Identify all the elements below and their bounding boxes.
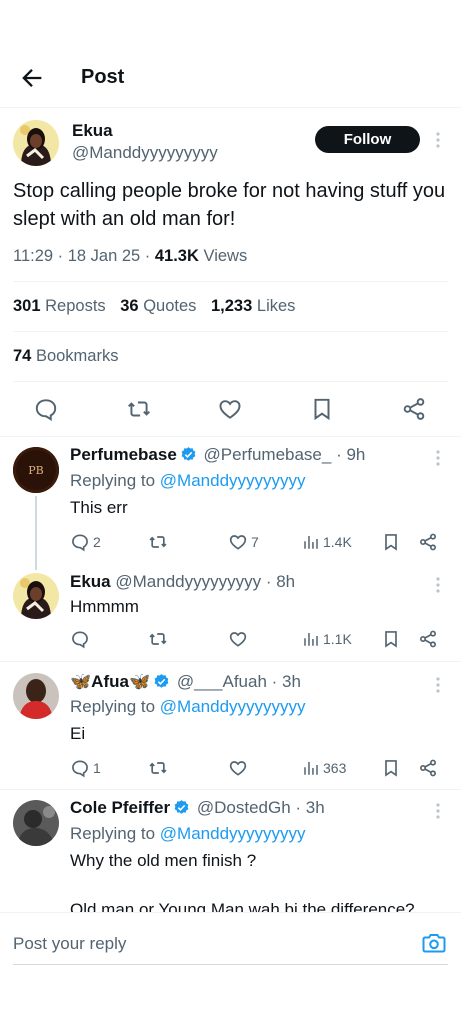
- reply-text: Ei: [70, 724, 86, 743]
- author-handle[interactable]: @Manddyyyyyyyyy: [72, 143, 218, 163]
- reply-avatar[interactable]: PB: [13, 447, 59, 493]
- reply-comment-button[interactable]: 1: [70, 757, 101, 779]
- share-icon[interactable]: [401, 396, 427, 422]
- bookmarks-stat[interactable]: 74 Bookmarks: [13, 347, 118, 366]
- reply-time: · 3h: [266, 672, 301, 691]
- reply-share-icon[interactable]: [418, 757, 441, 779]
- reply-input-underline: [13, 964, 448, 965]
- reply-text: This err: [70, 498, 128, 517]
- reply-time: · 3h: [290, 798, 325, 817]
- reply-share-icon[interactable]: [418, 531, 441, 553]
- tweet-time[interactable]: 11:29 · 18 Jan 25 ·: [13, 247, 155, 265]
- reply-text: Hmmmm: [70, 597, 139, 616]
- reply-repost-button[interactable]: [148, 628, 171, 650]
- replying-to: Replying to @Manddyyyyyyyyy: [70, 697, 306, 716]
- author-avatar[interactable]: [13, 120, 59, 166]
- like-icon[interactable]: [217, 396, 243, 422]
- more-options-icon[interactable]: [435, 449, 441, 467]
- reply-header: Perfumebase @Perfumebase_ · 9h: [70, 445, 365, 465]
- replying-to: Replying to @Manddyyyyyyyyy: [70, 471, 306, 490]
- reply-share-icon[interactable]: [418, 628, 441, 650]
- reply-like-button[interactable]: [228, 757, 251, 779]
- reply-author-name[interactable]: 🦋Afua🦋: [70, 672, 150, 691]
- reply-time: · 8h: [261, 572, 296, 591]
- reposts-stat[interactable]: 301 Reposts: [13, 297, 106, 315]
- more-options-icon[interactable]: [435, 131, 441, 149]
- reply-views[interactable]: 1.1K: [302, 628, 352, 650]
- views-label: Views: [198, 247, 248, 265]
- camera-icon[interactable]: [422, 932, 446, 954]
- replying-to-handle[interactable]: @Manddyyyyyyyyy: [160, 697, 306, 716]
- thread-line: [35, 496, 37, 570]
- reply-repost-button[interactable]: [148, 531, 171, 553]
- reply-header: 🦋Afua🦋 @___Afuah · 3h: [70, 672, 301, 692]
- likes-stat[interactable]: 1,233 Likes: [211, 297, 295, 315]
- svg-text:PB: PB: [28, 464, 44, 477]
- back-arrow-icon[interactable]: [18, 64, 46, 92]
- replying-to-handle[interactable]: @Manddyyyyyyyyy: [160, 824, 306, 843]
- repost-icon[interactable]: [126, 396, 152, 422]
- reply-like-button[interactable]: [228, 628, 251, 650]
- reply-comment-button[interactable]: [70, 628, 93, 650]
- reply-bookmark-icon[interactable]: [381, 628, 404, 650]
- more-options-icon[interactable]: [435, 576, 441, 594]
- more-options-icon[interactable]: [435, 802, 441, 820]
- follow-button[interactable]: Follow: [315, 126, 420, 153]
- reply-text: Why the old men finish ?: [70, 851, 257, 870]
- quotes-stat[interactable]: 36 Quotes: [120, 297, 196, 315]
- view-count: 41.3K: [154, 247, 199, 265]
- reply-repost-button[interactable]: [148, 757, 171, 779]
- replying-to-handle[interactable]: @Manddyyyyyyyyy: [160, 471, 306, 490]
- reply-avatar[interactable]: [13, 800, 59, 846]
- reply-author-name[interactable]: Perfumebase: [70, 445, 177, 464]
- engagement-stats: 301 Reposts 36 Quotes 1,233 Likes: [13, 297, 305, 316]
- divider: [13, 281, 448, 282]
- top-bar: Post: [0, 44, 461, 108]
- divider: [0, 789, 461, 790]
- page-title: Post: [81, 66, 125, 88]
- reply-bookmark-icon[interactable]: [381, 757, 404, 779]
- tweet-text: Stop calling people broke for not having…: [13, 180, 446, 230]
- more-options-icon[interactable]: [435, 676, 441, 694]
- verified-badge-icon: [180, 446, 197, 463]
- reply-comment-button[interactable]: 2: [70, 531, 101, 553]
- reply-input[interactable]: Post your reply: [13, 934, 126, 954]
- author-name[interactable]: Ekua: [72, 121, 113, 141]
- reply-avatar[interactable]: [13, 673, 59, 719]
- reply-author-handle[interactable]: @Perfumebase_: [204, 445, 332, 464]
- reply-views[interactable]: 1.4K: [302, 531, 352, 553]
- reply-like-button[interactable]: 7: [228, 531, 259, 553]
- reply-avatar[interactable]: [13, 573, 59, 619]
- verified-badge-icon: [153, 673, 170, 690]
- reply-author-handle[interactable]: @DostedGh: [197, 798, 291, 817]
- reply-time: · 9h: [331, 445, 366, 464]
- divider: [0, 436, 461, 437]
- reply-header: Cole Pfeiffer @DostedGh · 3h: [70, 798, 325, 818]
- divider: [0, 661, 461, 662]
- tweet-meta: 11:29 · 18 Jan 25 · 41.3K Views: [13, 247, 247, 266]
- reply-icon[interactable]: [33, 396, 59, 422]
- bookmark-icon[interactable]: [309, 396, 335, 422]
- reply-author-name[interactable]: Cole Pfeiffer: [70, 798, 170, 817]
- reply-bookmark-icon[interactable]: [381, 531, 404, 553]
- reply-author-handle[interactable]: @Manddyyyyyyyyy: [115, 572, 261, 591]
- reply-views[interactable]: 363: [302, 757, 346, 779]
- replying-to: Replying to @Manddyyyyyyyyy: [70, 824, 306, 843]
- verified-badge-icon: [173, 799, 190, 816]
- reply-author-name[interactable]: Ekua: [70, 572, 111, 591]
- divider: [13, 381, 448, 382]
- reply-author-handle[interactable]: @___Afuah: [177, 672, 267, 691]
- reply-header: Ekua @Manddyyyyyyyyy · 8h: [70, 572, 295, 592]
- reply-composer: Post your reply: [0, 912, 461, 965]
- divider: [13, 331, 448, 332]
